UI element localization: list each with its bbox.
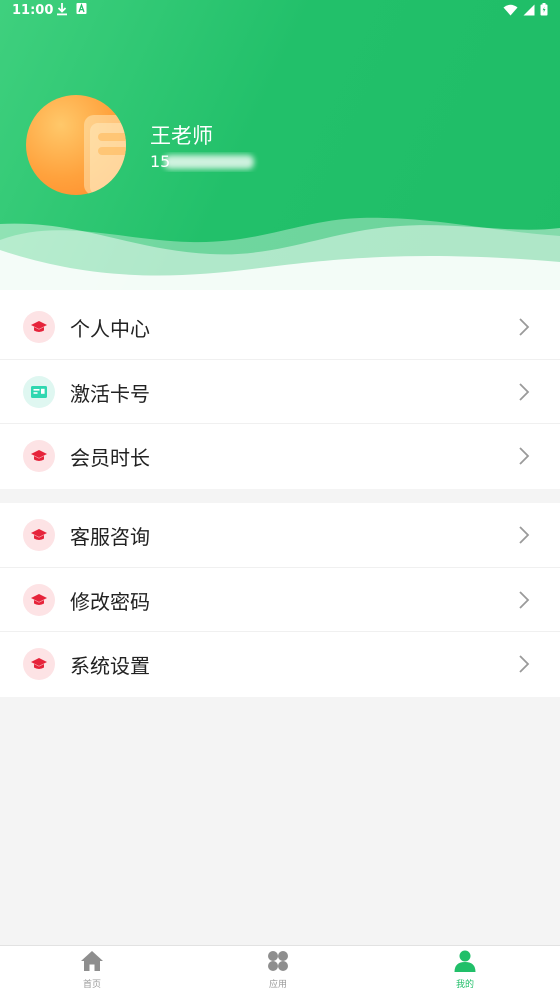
nav-label-home: 首页	[82, 980, 101, 990]
chevron-right-icon	[519, 590, 530, 609]
user-phone: 15	[150, 152, 260, 172]
menu-item-activate-card[interactable]: 激活卡号	[0, 360, 560, 424]
menu-label: 系统设置	[70, 654, 150, 678]
apps-icon	[268, 951, 288, 971]
menu-item-membership-duration[interactable]: 会员时长	[0, 424, 560, 489]
chevron-right-icon	[519, 655, 530, 673]
notification-a-icon	[76, 2, 87, 20]
menu-label: 个人中心	[70, 317, 150, 341]
graduation-cap-icon	[23, 311, 55, 343]
user-icon	[454, 950, 476, 972]
nav-tab-mine[interactable]: 我的	[425, 950, 505, 990]
profile-header: 11:00 王老师 15	[0, 0, 560, 300]
wifi-icon	[503, 4, 518, 20]
chevron-right-icon	[519, 526, 530, 544]
menu-group-settings: 客服咨询 修改密码 系统设置	[0, 503, 560, 697]
nav-label-mine: 我的	[455, 980, 474, 990]
header-wave-decoration	[0, 217, 560, 300]
phone-redaction	[164, 155, 254, 169]
menu-item-system-settings[interactable]: 系统设置	[0, 632, 560, 697]
bottom-nav: 首页 应用 我的	[0, 945, 560, 994]
chevron-right-icon	[519, 447, 530, 465]
nav-label-apps: 应用	[268, 980, 287, 990]
menu-item-change-password[interactable]: 修改密码	[0, 568, 560, 632]
user-name: 王老师	[150, 124, 213, 148]
battery-icon	[540, 3, 548, 20]
menu-label: 客服咨询	[70, 525, 150, 549]
menu-group-account: 个人中心 激活卡号 会员时长	[0, 295, 560, 489]
chevron-right-icon	[519, 382, 530, 401]
menu-label: 修改密码	[70, 589, 150, 614]
nav-tab-apps[interactable]: 应用	[238, 950, 318, 990]
menu-item-customer-service[interactable]: 客服咨询	[0, 503, 560, 568]
avatar-book-icon	[84, 115, 126, 195]
graduation-cap-icon	[23, 519, 55, 551]
id-card-icon	[23, 375, 55, 408]
download-icon	[56, 2, 68, 20]
nav-tab-home[interactable]: 首页	[52, 950, 132, 990]
status-time: 11:00	[12, 3, 54, 18]
graduation-cap-icon	[23, 583, 55, 616]
profile-screen: 11:00 王老师 15 个人中心 激活卡号 会员时长 客服咨询 修改密码 系统…	[0, 0, 560, 994]
menu-label: 激活卡号	[70, 381, 150, 406]
chevron-right-icon	[519, 318, 530, 336]
menu-label: 会员时长	[70, 446, 150, 470]
home-icon	[81, 951, 103, 971]
signal-icon	[523, 4, 535, 20]
status-bar: 11:00	[0, 0, 560, 22]
graduation-cap-icon	[23, 440, 55, 472]
menu-item-personal-center[interactable]: 个人中心	[0, 295, 560, 360]
avatar[interactable]	[26, 95, 126, 195]
graduation-cap-icon	[23, 648, 55, 680]
